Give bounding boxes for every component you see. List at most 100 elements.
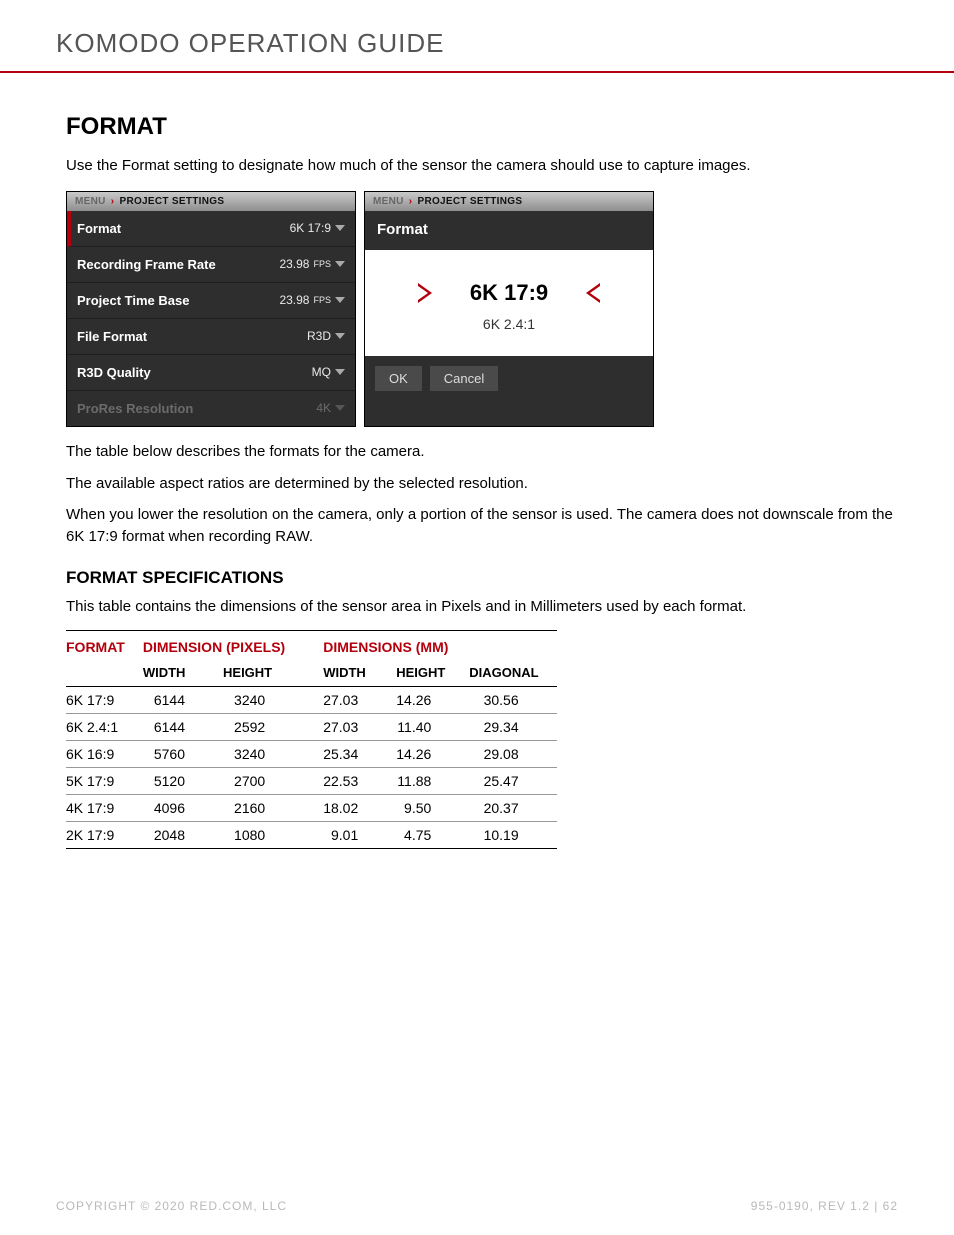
setting-value: 23.98FPS — [279, 257, 345, 271]
table-cell: 4096 — [143, 794, 223, 821]
table-cell: 6144 — [143, 713, 223, 740]
table-cell: 29.34 — [469, 713, 556, 740]
col-format: FORMAT — [66, 630, 143, 660]
setting-value: 4K — [316, 401, 345, 415]
table-cell: 5760 — [143, 740, 223, 767]
table-cell: 3240 — [223, 686, 303, 713]
breadcrumb: MENU › PROJECT SETTINGS — [365, 192, 653, 211]
table-cell: 14.26 — [396, 740, 469, 767]
table-cell: 22.53 — [323, 767, 396, 794]
table-cell: 20.37 — [469, 794, 556, 821]
table-cell: 5K 17:9 — [66, 767, 143, 794]
page-header: KOMODO OPERATION GUIDE — [0, 0, 954, 73]
intro-text: Use the Format setting to designate how … — [66, 155, 898, 177]
col-diagonal: DIAGONAL — [469, 660, 556, 687]
body-text: When you lower the resolution on the cam… — [66, 504, 898, 548]
selected-format: 6K 17:9 — [470, 280, 548, 306]
table-cell: 30.56 — [469, 686, 556, 713]
table-cell: 10.19 — [469, 821, 556, 848]
table-row: 6K 17:961443240 27.0314.2630.56 — [66, 686, 557, 713]
format-select-panel: MENU › PROJECT SETTINGS Format 6K 17:9 6… — [364, 191, 654, 427]
table-cell: 25.47 — [469, 767, 556, 794]
table-cell: 6K 16:9 — [66, 740, 143, 767]
cancel-button[interactable]: Cancel — [430, 366, 498, 391]
table-cell: 14.26 — [396, 686, 469, 713]
chevron-down-icon — [335, 369, 345, 375]
setting-label: Recording Frame Rate — [77, 257, 216, 272]
table-cell: 11.88 — [396, 767, 469, 794]
setting-row[interactable]: Project Time Base 23.98FPS — [67, 283, 355, 319]
table-cell: 2048 — [143, 821, 223, 848]
setting-label: Format — [77, 221, 121, 236]
table-cell: 2592 — [223, 713, 303, 740]
setting-row[interactable]: R3D Quality MQ — [67, 355, 355, 391]
table-cell: 3240 — [223, 740, 303, 767]
table-cell: 27.03 — [323, 686, 396, 713]
setting-label: Project Time Base — [77, 293, 189, 308]
chevron-down-icon — [335, 405, 345, 411]
panel-title: Format — [365, 211, 653, 250]
spec-table: FORMAT DIMENSION (PIXELS) DIMENSIONS (MM… — [66, 630, 557, 849]
setting-label: R3D Quality — [77, 365, 151, 380]
table-row: 5K 17:951202700 22.5311.8825.47 — [66, 767, 557, 794]
setting-label: ProRes Resolution — [77, 401, 193, 416]
table-cell: 6144 — [143, 686, 223, 713]
setting-value: R3D — [307, 329, 345, 343]
table-cell: 27.03 — [323, 713, 396, 740]
col-width: WIDTH — [143, 660, 223, 687]
col-height: HEIGHT — [223, 660, 303, 687]
page-info: 955-0190, REV 1.2 | 62 — [751, 1199, 898, 1213]
copyright: COPYRIGHT © 2020 RED.COM, LLC — [56, 1199, 287, 1213]
page-footer: COPYRIGHT © 2020 RED.COM, LLC 955-0190, … — [56, 1199, 898, 1213]
table-cell: 25.34 — [323, 740, 396, 767]
setting-row[interactable]: ProRes Resolution 4K — [67, 391, 355, 426]
table-row: 6K 16:95760324025.3414.2629.08 — [66, 740, 557, 767]
ok-button[interactable]: OK — [375, 366, 422, 391]
table-cell: 18.02 — [323, 794, 396, 821]
table-cell: 9.01 — [323, 821, 396, 848]
chevron-down-icon — [335, 225, 345, 231]
table-cell: 2160 — [223, 794, 303, 821]
spec-desc: This table contains the dimensions of th… — [66, 596, 898, 618]
table-row: 6K 2.4:161442592 27.0311.4029.34 — [66, 713, 557, 740]
arrow-next-icon[interactable] — [586, 283, 600, 303]
setting-value: MQ — [312, 365, 345, 379]
col-height: HEIGHT — [396, 660, 469, 687]
col-dim-px: DIMENSION (PIXELS) — [143, 630, 303, 660]
table-cell: 9.50 — [396, 794, 469, 821]
chevron-right-icon: › — [409, 196, 413, 207]
subsection-title: FORMAT SPECIFICATIONS — [66, 568, 898, 588]
breadcrumb-menu: MENU — [75, 196, 106, 207]
setting-row[interactable]: Recording Frame Rate 23.98FPS — [67, 247, 355, 283]
chevron-down-icon — [335, 297, 345, 303]
chevron-right-icon: › — [111, 196, 115, 207]
body-text: The table below describes the formats fo… — [66, 441, 898, 463]
breadcrumb: MENU › PROJECT SETTINGS — [67, 192, 355, 211]
body-text: The available aspect ratios are determin… — [66, 473, 898, 495]
table-cell: 4.75 — [396, 821, 469, 848]
table-cell: 4K 17:9 — [66, 794, 143, 821]
setting-value: 6K 17:9 — [290, 221, 345, 235]
table-cell: 6K 2.4:1 — [66, 713, 143, 740]
table-cell: 2700 — [223, 767, 303, 794]
table-cell: 2K 17:9 — [66, 821, 143, 848]
table-row: 2K 17:920481080 9.014.7510.19 — [66, 821, 557, 848]
setting-row[interactable]: File Format R3D — [67, 319, 355, 355]
col-width: WIDTH — [323, 660, 396, 687]
table-cell: 6K 17:9 — [66, 686, 143, 713]
setting-row[interactable]: Format 6K 17:9 — [67, 211, 355, 247]
col-dim-mm: DIMENSIONS (MM) — [323, 630, 556, 660]
table-cell: 1080 — [223, 821, 303, 848]
chevron-down-icon — [335, 333, 345, 339]
chevron-down-icon — [335, 261, 345, 267]
setting-label: File Format — [77, 329, 147, 344]
breadcrumb-menu: MENU — [373, 196, 404, 207]
arrow-prev-icon[interactable] — [418, 283, 432, 303]
breadcrumb-crumb: PROJECT SETTINGS — [119, 196, 224, 207]
table-cell: 11.40 — [396, 713, 469, 740]
breadcrumb-crumb: PROJECT SETTINGS — [417, 196, 522, 207]
setting-value: 23.98FPS — [279, 293, 345, 307]
table-row: 4K 17:940962160 18.029.5020.37 — [66, 794, 557, 821]
table-cell: 5120 — [143, 767, 223, 794]
section-title: FORMAT — [66, 113, 898, 141]
